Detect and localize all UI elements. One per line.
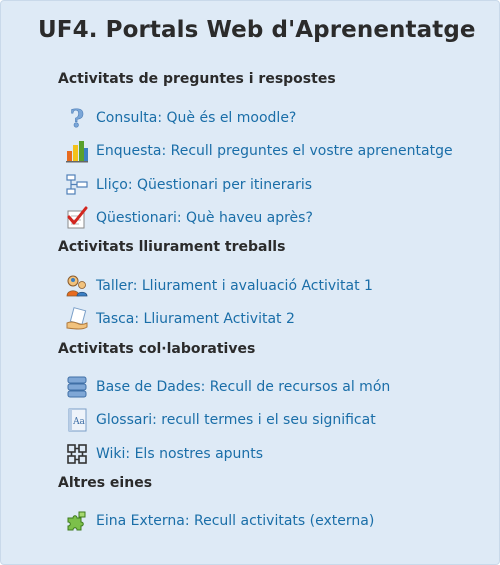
checklist-icon (65, 206, 89, 230)
activity-label: Glossari: recull termes i el seu signifi… (96, 412, 376, 428)
svg-text:?: ? (70, 106, 84, 130)
activity-label: Lliço: Qüestionari per itineraris (96, 177, 313, 193)
activity-label: Consulta: Què és el moodle? (96, 110, 297, 126)
activity-label: Base de Dades: Recull de recursos al món (96, 379, 391, 395)
activity-label: Taller: Lliurament i avaluació Activitat… (96, 278, 373, 294)
course-section-panel: UF4. Portals Web d'Aprenentatge Activita… (0, 0, 500, 565)
activity-label: Qüestionari: Què haveu après? (96, 210, 313, 226)
activity-link-consulta[interactable]: ? Consulta: Què és el moodle? (65, 105, 297, 131)
section-heading-collaborative: Activitats col·laboratives (58, 341, 256, 357)
activity-link-wiki[interactable]: Wiki: Els nostres apunts (65, 441, 263, 467)
activity-link-base-de-dades[interactable]: Base de Dades: Recull de recursos al món (65, 374, 390, 400)
glossary-book-icon: Aa (65, 408, 89, 432)
activity-label: Enquesta: Recull preguntes el vostre apr… (96, 143, 453, 159)
activity-link-glossari[interactable]: Aa Glossari: recull termes i el seu sign… (65, 407, 376, 433)
svg-text:Aa: Aa (72, 417, 85, 427)
question-icon: ? (65, 106, 89, 130)
activity-link-tasca[interactable]: Tasca: Lliurament Activitat 2 (65, 306, 295, 332)
activity-link-enquesta[interactable]: Enquesta: Recull preguntes el vostre apr… (65, 138, 453, 164)
activity-label: Eina Externa: Recull activitats (externa… (96, 513, 375, 529)
activity-link-taller[interactable]: Taller: Lliurament i avaluació Activitat… (65, 273, 373, 299)
hand-paper-icon (65, 307, 89, 331)
section-title: UF4. Portals Web d'Aprenentatge (38, 17, 476, 43)
bar-chart-icon (65, 139, 89, 163)
section-heading-assignments: Activitats lliurament treballs (58, 239, 286, 255)
puzzle-icon (65, 509, 89, 533)
activity-link-questionari[interactable]: Qüestionari: Què haveu après? (65, 205, 313, 231)
section-heading-questions: Activitats de preguntes i respostes (58, 71, 336, 87)
activity-label: Wiki: Els nostres apunts (96, 446, 264, 462)
database-icon (65, 375, 89, 399)
activity-link-llico[interactable]: Lliço: Qüestionari per itineraris (65, 172, 312, 198)
workshop-people-icon (65, 274, 89, 298)
wiki-icon (65, 442, 89, 466)
activity-link-eina-externa[interactable]: Eina Externa: Recull activitats (externa… (65, 508, 374, 534)
activity-label: Tasca: Lliurament Activitat 2 (96, 311, 295, 327)
section-heading-other-tools: Altres eines (58, 475, 153, 491)
flowchart-icon (65, 173, 89, 197)
